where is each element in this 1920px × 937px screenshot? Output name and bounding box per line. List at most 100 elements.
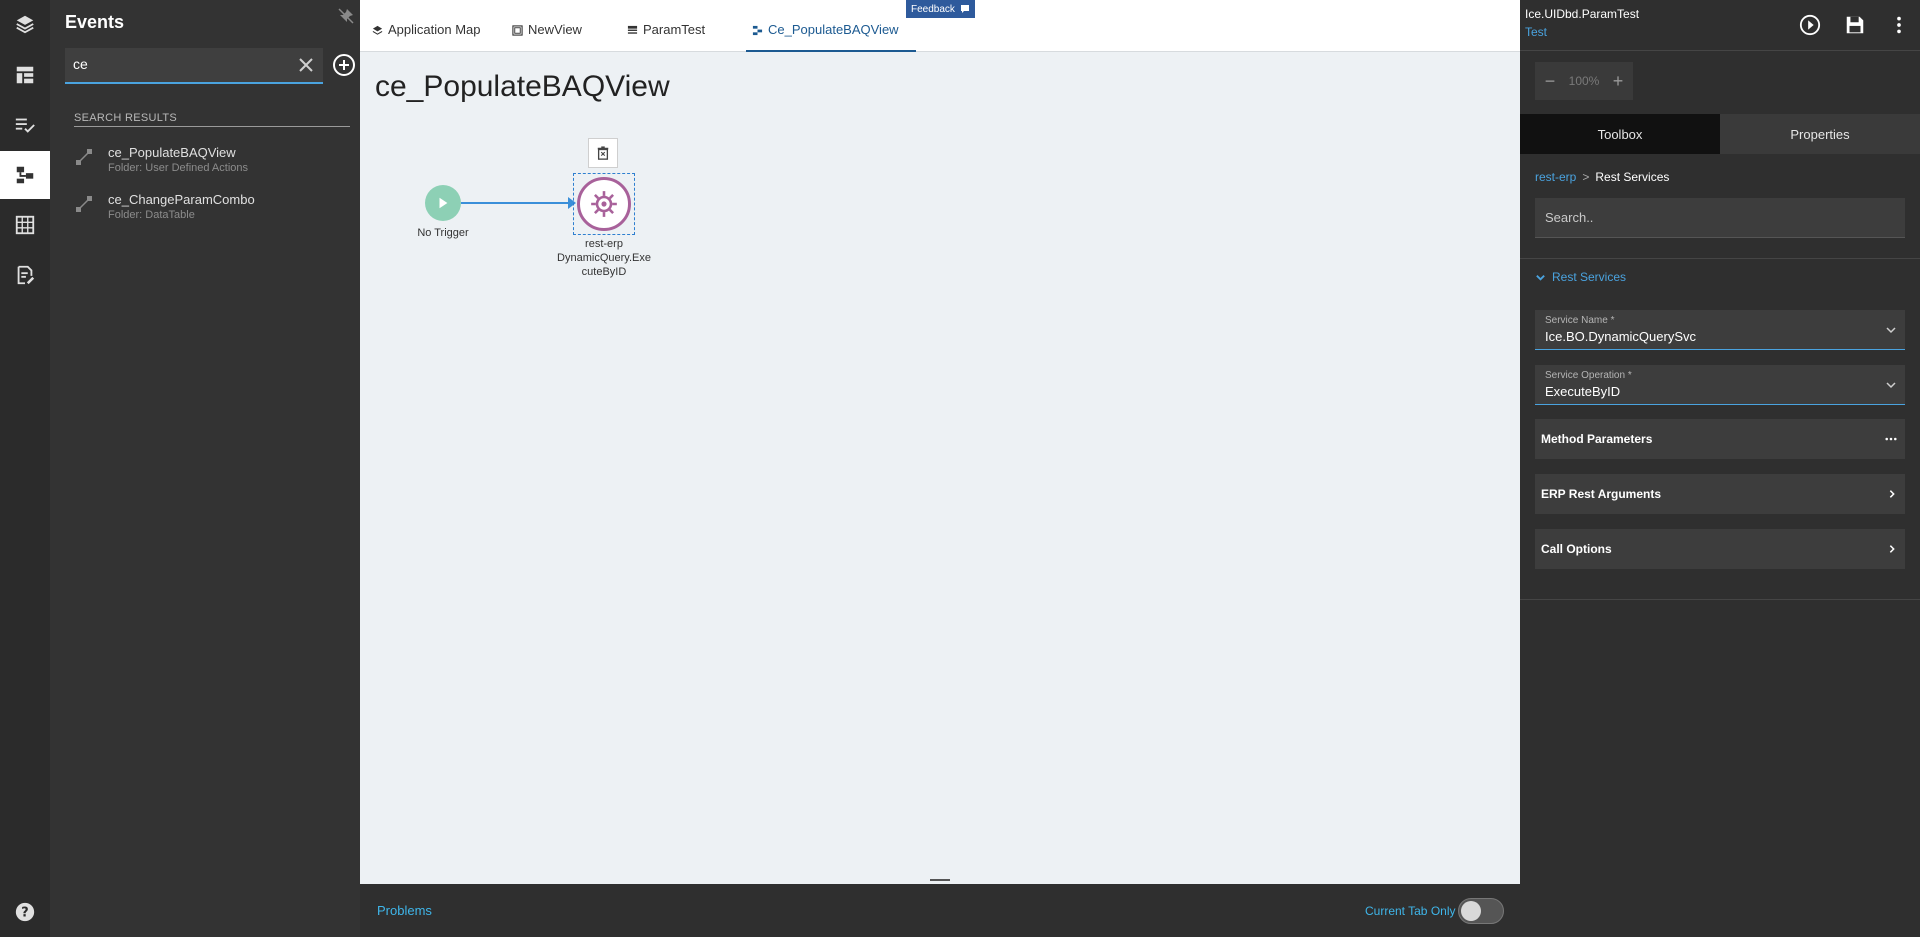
chevron-down-icon [1886, 382, 1896, 389]
help-icon: ? [15, 902, 35, 922]
event-link-icon [76, 149, 92, 165]
rest-erp-action-node[interactable] [577, 177, 631, 231]
flow-connector[interactable] [461, 202, 574, 204]
layout-nav-button[interactable] [0, 51, 50, 99]
more-icon [1885, 437, 1897, 441]
tab-label: ParamTest [643, 22, 706, 37]
canvas-title: ce_PopulateBAQView [375, 70, 670, 103]
feedback-button[interactable]: Feedback [906, 0, 975, 18]
node-label-line: cuteByID [581, 266, 627, 278]
zoom-out-button[interactable]: − [1543, 71, 1557, 92]
events-search-input[interactable] [65, 48, 285, 80]
trigger-label: No Trigger [417, 227, 469, 239]
current-tab-only-toggle[interactable] [1458, 898, 1504, 924]
right-panel: Ice.UIDbd.ParamTest Test − 100% + Toolbo… [1520, 0, 1920, 937]
save-button[interactable] [1842, 12, 1868, 38]
rest-services-section-header[interactable]: Rest Services [1535, 270, 1626, 284]
field-label: Service Operation * [1545, 370, 1632, 381]
layers-nav-button[interactable] [0, 0, 50, 48]
rules-nav-button[interactable] [0, 101, 50, 149]
app-name: Ice.UIDbd.ParamTest [1525, 7, 1640, 21]
page-layout-icon [16, 66, 34, 84]
search-results-divider [74, 126, 350, 127]
search-result-item[interactable]: ce_ChangeParamCombo Folder: DataTable [74, 190, 350, 230]
node-label-line: DynamicQuery.Exe [557, 252, 651, 264]
tab-properties[interactable]: Properties [1720, 114, 1920, 154]
result-name: ce_ChangeParamCombo [108, 192, 255, 207]
tab-ce-populatebaqview[interactable]: Ce_PopulateBAQView [746, 22, 916, 52]
layers-icon [372, 25, 383, 35]
tab-newview[interactable]: NewView [512, 22, 582, 52]
checklist-icon [15, 118, 35, 133]
section-label: Call Options [1541, 542, 1612, 556]
problems-bar: Problems Current Tab Only [360, 884, 1520, 937]
save-icon [1846, 16, 1864, 34]
zoom-in-button[interactable]: + [1611, 71, 1625, 92]
add-event-icon[interactable] [332, 53, 356, 77]
tab-label: NewView [528, 22, 582, 37]
section-label: ERP Rest Arguments [1541, 487, 1662, 501]
grid-table-icon [15, 215, 35, 235]
tab-label: Ce_PopulateBAQView [768, 22, 899, 37]
events-search-box [65, 48, 323, 84]
toolbox-divider [1520, 258, 1920, 259]
right-panel-tabs: Toolbox Properties [1520, 114, 1920, 154]
delete-node-button[interactable] [588, 138, 618, 168]
search-results-header: SEARCH RESULTS [74, 112, 178, 124]
section-title: Rest Services [1552, 270, 1627, 284]
clear-search-icon[interactable] [297, 56, 315, 74]
tab-application-map[interactable]: Application Map [372, 22, 481, 52]
call-options-section[interactable]: Call Options [1535, 529, 1905, 569]
method-parameters-section[interactable]: Method Parameters [1535, 419, 1905, 459]
events-title: Events [65, 12, 125, 32]
more-menu-button[interactable] [1886, 12, 1912, 38]
field-label: Service Name * [1545, 315, 1615, 326]
search-result-item[interactable]: ce_PopulateBAQView Folder: User Defined … [74, 143, 350, 183]
events-panel: Events SEARCH RESULTS ce_PopulateBAQView… [50, 0, 360, 937]
zoom-value: 100% [1568, 74, 1600, 88]
tab-toolbox[interactable]: Toolbox [1520, 114, 1720, 154]
toolbox-search-input[interactable] [1535, 198, 1905, 238]
field-value: Ice.BO.DynamicQuerySvc [1545, 329, 1696, 344]
current-tab-only-label: Current Tab Only [1365, 904, 1456, 918]
view-icon [512, 25, 523, 36]
events-nav-button[interactable] [0, 151, 50, 199]
breadcrumb-current: Rest Services [1595, 170, 1670, 184]
chevron-down-icon [1536, 274, 1545, 281]
splitter-handle[interactable] [930, 879, 950, 881]
field-value: ExecuteByID [1545, 384, 1621, 399]
svg-text:?: ? [21, 906, 28, 921]
layers-icon [16, 15, 34, 34]
run-button[interactable] [1797, 12, 1823, 38]
properties-nav-button[interactable] [0, 251, 50, 299]
erp-rest-arguments-section[interactable]: ERP Rest Arguments [1535, 474, 1905, 514]
service-operation-field[interactable]: Service Operation * ExecuteByID [1535, 365, 1905, 405]
chat-bubble-icon [960, 5, 969, 13]
table-icon [627, 25, 638, 34]
result-folder: Folder: DataTable [108, 209, 195, 221]
feedback-label: Feedback [911, 3, 955, 15]
chevron-right-icon [1889, 545, 1895, 553]
node-label: rest-erp DynamicQuery.Exe cuteByID [544, 237, 664, 279]
breadcrumb-parent[interactable]: rest-erp [1535, 170, 1576, 184]
problems-tab[interactable]: Problems [377, 903, 432, 918]
breadcrumb: rest-erp > Rest Services [1535, 170, 1669, 184]
trigger-node[interactable] [425, 185, 461, 221]
sections-divider [1520, 599, 1920, 600]
breadcrumb-separator: > [1582, 170, 1590, 184]
gear-sync-icon [591, 191, 617, 217]
node-label-line: rest-erp [585, 238, 623, 250]
chevron-right-icon [1889, 490, 1895, 498]
service-name-field[interactable]: Service Name * Ice.BO.DynamicQuerySvc [1535, 310, 1905, 350]
event-link-icon [76, 196, 92, 212]
chevron-down-icon [1886, 327, 1896, 334]
play-icon [439, 197, 448, 209]
tab-paramtest[interactable]: ParamTest [627, 22, 705, 52]
environment-label[interactable]: Test [1525, 25, 1547, 39]
designer-canvas-area: Application Map NewView ParamTest Ce_Pop… [360, 0, 1520, 937]
data-nav-button[interactable] [0, 201, 50, 249]
help-button[interactable]: ? [0, 888, 50, 936]
play-circle-icon [1799, 14, 1821, 36]
event-flow-icon [16, 166, 34, 184]
unpin-icon[interactable] [338, 8, 354, 24]
